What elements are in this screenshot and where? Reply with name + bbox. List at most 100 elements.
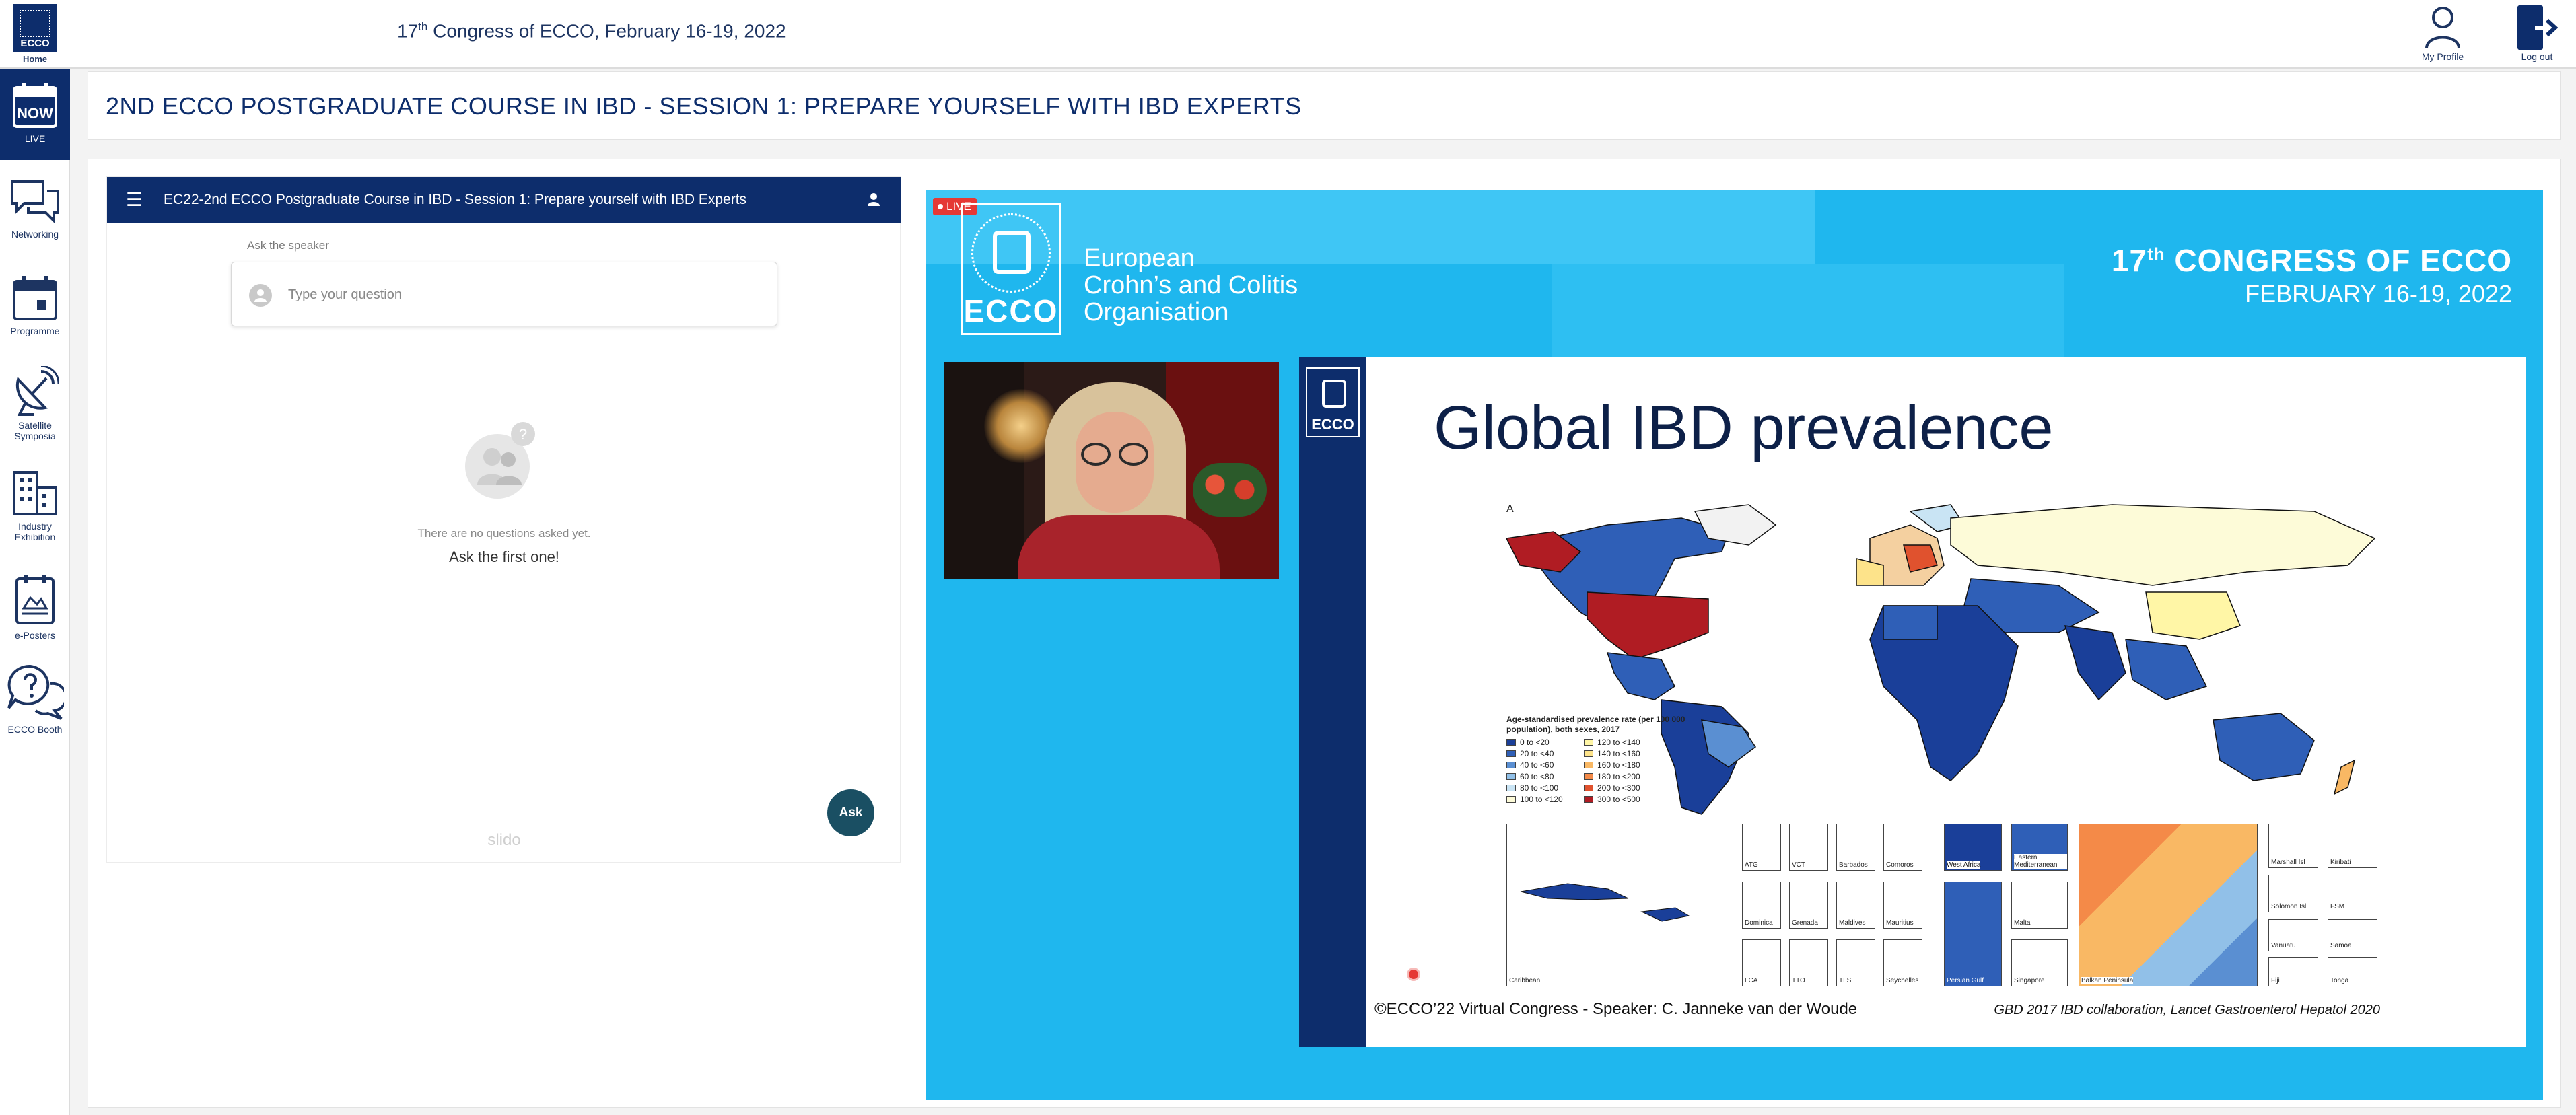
sidebar-item-ecco-booth[interactable]: ECCO Booth [0,663,70,735]
inset-grenada: Grenada [1789,882,1828,929]
map-insets: Caribbean ATG VCT Barbados Comoros West … [1506,824,2381,989]
speaker-webcam [944,362,1279,579]
inset-dominica: Dominica [1742,882,1781,929]
video-congress-sup: th [2147,244,2165,264]
inset-comoros: Comoros [1883,824,1922,871]
inset-samoa: Samoa [2328,919,2377,951]
slido-event-title: EC22-2nd ECCO Postgraduate Course in IBD… [164,192,747,207]
inset-malta: Malta [2011,882,2068,929]
no-questions-illustration-icon: ? [464,419,545,503]
now-live-icon: NOW [13,83,57,128]
congress-title-sup: th [418,20,428,33]
poster-icon [15,575,55,624]
my-profile-label: My Profile [2421,51,2464,62]
home-logo-text: ECCO [20,38,50,49]
logout-icon [2517,5,2558,50]
legend-item: 160 to <180 [1584,760,1661,770]
legend-item: 20 to <40 [1506,749,1584,758]
inset-barbados: Barbados [1836,824,1875,871]
inset-seychelles: Seychelles [1883,939,1922,986]
legend-item: 120 to <140 [1584,738,1661,747]
sidebar: NOW LIVE Networking Programme Satellite … [0,69,70,1115]
ask-button[interactable]: Ask [827,789,874,836]
video-background-panel [1552,264,2064,371]
calendar-icon [13,276,57,320]
inset-maldives: Maldives [1836,882,1875,929]
slido-logo: slido [487,831,521,849]
inset-singapore: Singapore [2011,939,2068,986]
inset-tls: TLS [1836,939,1875,986]
org-name-line: Organisation [1084,298,1229,326]
legend-item: 100 to <120 [1506,795,1584,804]
inset-caribbean: Caribbean [1506,824,1731,986]
sidebar-item-live[interactable]: NOW LIVE [0,69,70,160]
inset-mauritius: Mauritius [1883,882,1922,929]
logout-button[interactable]: Log out [2507,4,2567,62]
legend-item: 0 to <20 [1506,738,1584,747]
sidebar-item-label: Networking [11,229,59,240]
home-button[interactable]: ECCO Home [13,4,57,65]
sidebar-item-networking[interactable]: Networking [0,178,70,240]
slido-header: ☰ EC22-2nd ECCO Postgraduate Course in I… [107,177,901,223]
legend-item: 140 to <160 [1584,749,1661,758]
ecco-logo-icon: ECCO [1306,367,1360,437]
inset-kiribati: Kiribati [2328,824,2377,868]
inset-vct: VCT [1789,824,1828,871]
ecco-logo-icon: ECCO [961,203,1061,335]
video-congress-number: 17 [2111,243,2148,278]
sidebar-item-label: Programme [10,326,60,336]
satellite-icon [15,366,59,416]
inset-west-africa: West Africa [1944,824,2002,871]
inset-marshall-isl: Marshall Isl [2268,824,2318,868]
sidebar-item-satellite-symposia[interactable]: Satellite Symposia [0,366,70,441]
laser-pointer [1409,970,1418,979]
sidebar-item-programme[interactable]: Programme [0,275,70,336]
inset-vanuatu: Vanuatu [2268,919,2318,951]
slido-panel: ☰ EC22-2nd ECCO Postgraduate Course in I… [106,176,901,863]
question-input[interactable] [288,281,759,308]
slido-user-icon[interactable] [866,192,881,210]
inset-tto: TTO [1789,939,1828,986]
ask-first-text: Ask the first one! [449,548,559,565]
sidebar-item-label: Satellite Symposia [14,420,56,441]
now-icon-text: NOW [17,105,53,122]
question-input-box[interactable] [231,262,777,326]
no-questions-text: There are no questions asked yet. [417,527,591,540]
page-title: 2ND ECCO POSTGRADUATE COURSE IN IBD - SE… [106,92,1302,120]
legend-item: 180 to <200 [1584,772,1661,781]
home-label: Home [22,54,48,64]
slide-reference: GBD 2017 IBD collaboration, Lancet Gastr… [1994,1003,2380,1017]
legend-item: 200 to <300 [1584,783,1661,793]
inset-eastern-mediterranean: Eastern Mediterranean [2011,824,2068,871]
presentation-slide: ECCO Global IBD prevalence A Age-standar… [1299,357,2526,1047]
slide-title: Global IBD prevalence [1434,394,2054,462]
svg-text:?: ? [519,426,527,443]
org-name-line: European [1084,244,1195,273]
slide-footer-speaker: ©ECCO’22 Virtual Congress - Speaker: C. … [1374,1000,1858,1018]
sidebar-item-industry-exhibition[interactable]: Industry Exhibition [0,470,70,542]
legend-item: 300 to <500 [1584,795,1661,804]
video-congress-text: CONGRESS OF ECCO [2165,243,2512,278]
legend-title: Age-standardised prevalence rate (per 10… [1506,715,1685,734]
sidebar-item-e-posters[interactable]: e-Posters [0,573,70,641]
inset-fiji: Fiji [2268,957,2318,986]
slide-side-strip: ECCO [1299,357,1366,1047]
org-name-line: Crohn’s and Colitis [1084,271,1298,299]
inset-balkan-peninsula: Balkan Peninsula [2079,824,2258,986]
inset-atg: ATG [1742,824,1781,871]
video-congress-dates: FEBRUARY 16-19, 2022 [2245,280,2512,308]
chat-bubbles-icon [11,180,59,224]
my-profile-button[interactable]: My Profile [2412,4,2473,62]
congress-title-text: Congress of ECCO, February 16-19, 2022 [427,20,786,42]
map-legend: Age-standardised prevalence rate (per 10… [1506,715,1715,804]
ecco-logo-word: ECCO [963,293,1059,328]
inset-solomon-isl: Solomon Isl [2268,875,2318,912]
live-video-player[interactable]: LIVE ECCO European Crohn’s and Colitis O… [926,190,2543,1100]
anonymous-avatar-icon [249,284,272,307]
legend-item: 60 to <80 [1506,772,1584,781]
hamburger-menu-icon[interactable]: ☰ [126,190,143,209]
inset-tonga: Tonga [2328,957,2377,986]
inset-fsm: FSM [2328,875,2377,912]
legend-item: 40 to <60 [1506,760,1584,770]
sidebar-item-label: Industry Exhibition [14,521,56,542]
